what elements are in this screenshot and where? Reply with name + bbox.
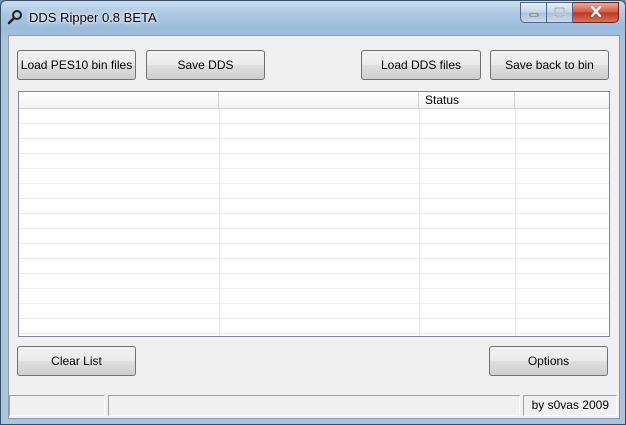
- app-window: DDS Ripper 0.8 BETA Load PES10 bin files…: [0, 0, 626, 425]
- maximize-icon: [554, 4, 565, 22]
- column-header-2[interactable]: [219, 92, 419, 108]
- list-header: Status: [19, 92, 609, 109]
- options-button[interactable]: Options: [489, 346, 608, 376]
- minimize-icon: [529, 4, 539, 22]
- save-dds-button[interactable]: Save DDS: [146, 50, 265, 80]
- author-credit: by s0vas 2009: [523, 395, 617, 416]
- clear-list-button[interactable]: Clear List: [17, 346, 136, 376]
- column-header-4[interactable]: [515, 92, 609, 108]
- minimize-button[interactable]: [520, 2, 547, 23]
- client-area: Load PES10 bin files Save DDS Load DDS f…: [8, 35, 620, 419]
- window-title: DDS Ripper 0.8 BETA: [29, 10, 157, 25]
- maximize-button[interactable]: [547, 2, 573, 23]
- column-header-status[interactable]: Status: [419, 92, 515, 108]
- list-body[interactable]: [19, 109, 609, 336]
- file-list[interactable]: Status: [18, 91, 610, 337]
- column-header-1[interactable]: [19, 92, 219, 108]
- load-pes10-button[interactable]: Load PES10 bin files: [17, 50, 136, 80]
- close-icon: [590, 4, 602, 22]
- status-panel-1: [9, 395, 105, 416]
- save-back-to-bin-button[interactable]: Save back to bin: [490, 50, 609, 80]
- status-panel-2: [108, 395, 520, 416]
- load-dds-button[interactable]: Load DDS files: [361, 50, 481, 80]
- magnifier-icon: [7, 9, 23, 25]
- caption-buttons: [520, 2, 619, 23]
- close-button[interactable]: [573, 2, 619, 23]
- title-bar[interactable]: DDS Ripper 0.8 BETA: [1, 1, 625, 35]
- status-bar: by s0vas 2009: [9, 393, 619, 418]
